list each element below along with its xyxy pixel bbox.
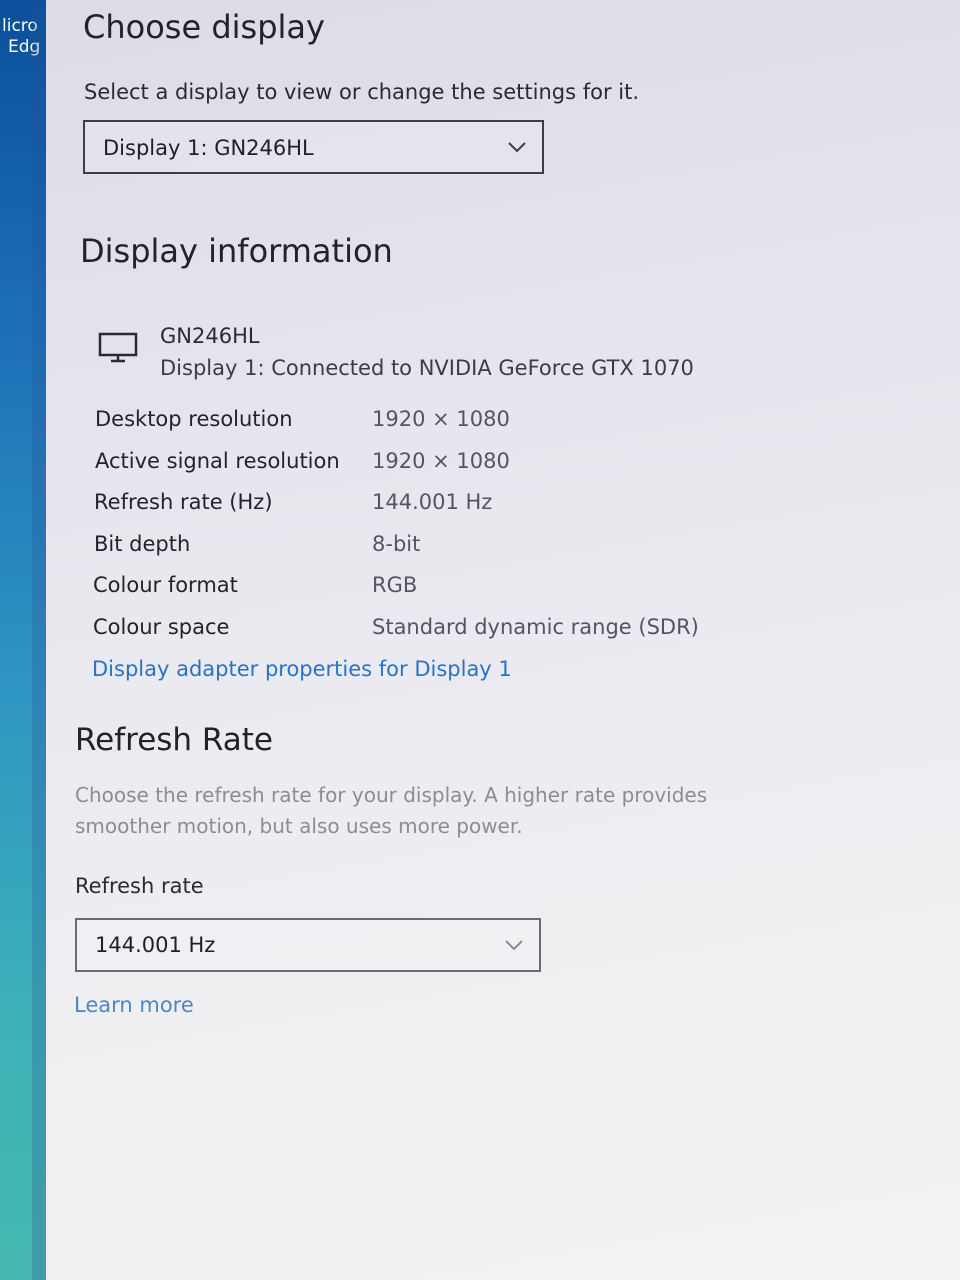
monitor-connection: Display 1: Connected to NVIDIA GeForce G… <box>160 356 694 380</box>
monitor-name: GN246HL <box>160 324 260 348</box>
chevron-down-icon <box>505 940 523 951</box>
info-label: Active signal resolution <box>95 449 340 473</box>
monitor-icon <box>98 332 138 363</box>
choose-display-heading: Choose display <box>83 8 325 46</box>
info-label: Desktop resolution <box>95 407 293 431</box>
info-value: 1920 × 1080 <box>372 449 510 473</box>
info-label: Refresh rate (Hz) <box>94 490 273 514</box>
refresh-rate-description: Choose the refresh rate for your display… <box>75 783 708 838</box>
refresh-rate-field-label: Refresh rate <box>75 874 204 898</box>
refresh-rate-value: 144.001 Hz <box>95 933 216 957</box>
info-label: Colour format <box>93 573 238 597</box>
choose-display-description: Select a display to view or change the s… <box>84 80 640 104</box>
display-information-heading: Display information <box>80 232 393 270</box>
info-value: 1920 × 1080 <box>372 407 510 431</box>
info-label: Bit depth <box>94 532 191 556</box>
chevron-down-icon <box>508 142 526 153</box>
info-value: 144.001 Hz <box>372 490 493 514</box>
display-select-dropdown[interactable]: Display 1: GN246HL <box>83 120 544 174</box>
learn-more-link[interactable]: Learn more <box>74 993 194 1017</box>
window-border <box>32 0 46 1280</box>
info-label: Colour space <box>93 615 230 639</box>
info-value: Standard dynamic range (SDR) <box>372 615 699 639</box>
info-value: RGB <box>372 573 418 597</box>
display-select-value: Display 1: GN246HL <box>103 136 314 160</box>
settings-display-panel: Choose display Select a display to view … <box>46 0 960 1280</box>
refresh-rate-dropdown[interactable]: 144.001 Hz <box>75 918 541 972</box>
refresh-rate-heading: Refresh Rate <box>75 722 274 758</box>
display-adapter-properties-link[interactable]: Display adapter properties for Display 1 <box>92 657 512 681</box>
info-value: 8-bit <box>372 532 421 556</box>
